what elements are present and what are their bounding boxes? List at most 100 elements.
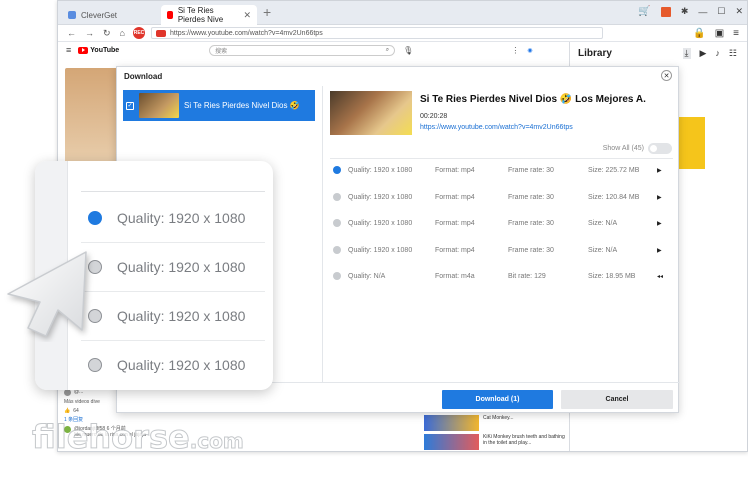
video-url-link[interactable]: https://www.youtube.com/watch?v=4mv2Un66… <box>420 124 573 131</box>
watermark-text: filehorse <box>32 418 191 457</box>
rate-label: Frame rate: 30 <box>508 219 554 227</box>
audio-icon[interactable]: ♪ <box>715 48 720 59</box>
more-options-icon[interactable]: ⋮ <box>511 46 519 55</box>
radio-icon[interactable] <box>333 272 341 280</box>
video-details: Si Te Ries Pierdes Nivel Dios 🤣 Los Mejo… <box>323 86 680 382</box>
radio-icon[interactable] <box>333 219 341 227</box>
divider <box>330 158 673 159</box>
rate-label: Bit rate: 129 <box>508 272 546 280</box>
video-icon: ▶ <box>657 247 662 254</box>
lock-icon[interactable]: 🔒 <box>693 28 705 39</box>
download-button[interactable]: Download (1) <box>442 390 553 409</box>
checkbox-icon[interactable]: ✓ <box>126 101 134 110</box>
quality-option-row[interactable]: Quality: 1920 x 1080 Format: mp4 Frame r… <box>330 243 673 257</box>
gift-icon[interactable] <box>660 6 671 17</box>
address-bar: ← → ↻ ⌂ REC https://www.youtube.com/watc… <box>58 25 747 42</box>
zoom-quality-row[interactable]: Quality: 1920 x 1080 <box>88 306 245 326</box>
new-tab-icon[interactable]: + <box>263 4 271 20</box>
close-window-icon[interactable]: ✕ <box>735 6 743 17</box>
cart-icon[interactable]: 🛒 <box>638 6 650 17</box>
size-label: Size: N/A <box>588 246 618 254</box>
filehorse-watermark: filehorse.com <box>32 418 245 457</box>
maximize-icon[interactable]: ☐ <box>717 6 725 17</box>
avatar <box>64 389 71 396</box>
divider <box>81 191 265 192</box>
quality-label: Quality: 1920 x 1080 <box>348 219 413 227</box>
format-label: Format: mp4 <box>435 219 475 227</box>
radio-icon[interactable] <box>88 358 102 372</box>
forward-icon[interactable]: → <box>85 28 94 38</box>
quality-option-row[interactable]: Quality: 1920 x 1080 Format: mp4 Frame r… <box>330 190 673 204</box>
settings-icon[interactable]: ✱ <box>681 6 689 17</box>
toolbar-right: 🔒 ▣ ≡ <box>693 25 739 42</box>
quality-option-row[interactable]: Quality: N/A Format: m4a Bit rate: 129 S… <box>330 269 673 283</box>
search-icon[interactable]: ⌕ <box>386 47 389 54</box>
like-icon[interactable]: 👍 <box>64 408 70 414</box>
window-controls: 🛒 ✱ — ☐ ✕ <box>638 6 743 17</box>
zoom-quality-label: Quality: 1920 x 1080 <box>117 259 246 275</box>
zoom-quality-row[interactable]: Quality: 1920 x 1080 <box>88 257 245 277</box>
quality-label: Quality: 1920 x 1080 <box>348 193 413 201</box>
youtube-header: ≡ YouTube 搜索 ⌕ 🎙 ⋮ ◉ <box>58 42 568 58</box>
list-icon[interactable]: ☷ <box>729 48 737 59</box>
quality-option-row[interactable]: Quality: 1920 x 1080 Format: mp4 Frame r… <box>330 216 673 230</box>
like-count: 64 <box>73 408 79 414</box>
back-icon[interactable]: ← <box>67 28 76 38</box>
radio-selected-icon[interactable] <box>333 166 341 174</box>
hamburger-icon[interactable]: ≡ <box>66 45 71 55</box>
minimize-icon[interactable]: — <box>698 7 707 17</box>
related-video[interactable]: Cat Monkey... <box>424 415 569 431</box>
close-tab-icon[interactable]: ✕ <box>243 10 251 21</box>
record-icon[interactable]: REC <box>132 27 145 39</box>
show-all-toggle[interactable] <box>648 143 672 154</box>
show-all-label: Show All (45) <box>602 145 644 152</box>
quality-label: Quality: N/A <box>348 272 386 280</box>
quality-option-row[interactable]: Quality: 1920 x 1080 Format: mp4 Frame r… <box>330 163 673 177</box>
radio-icon[interactable] <box>333 193 341 201</box>
rate-label: Frame rate: 30 <box>508 166 554 174</box>
size-label: Size: 225.72 MB <box>588 166 640 174</box>
video-duration: 00:20:28 <box>420 113 448 120</box>
cleverget-favicon-icon <box>68 11 76 19</box>
quality-label: Quality: 1920 x 1080 <box>348 166 413 174</box>
video-icon: ▶ <box>657 220 662 227</box>
tab-bar: CleverGet Si Te Ries Pierdes Nive ✕ + 🛒 … <box>58 1 747 25</box>
tab-cleverget[interactable]: CleverGet <box>62 5 160 25</box>
youtube-search-input[interactable]: 搜索 ⌕ <box>209 44 396 56</box>
home-icon[interactable]: ⌂ <box>120 28 125 38</box>
youtube-site-icon <box>155 29 166 37</box>
menu-icon[interactable]: ≡ <box>733 28 739 39</box>
related-title: Cat Monkey... <box>483 415 514 421</box>
related-thumbnail <box>424 415 479 431</box>
bag-icon[interactable]: ▣ <box>715 28 724 39</box>
microphone-icon[interactable]: 🎙 <box>403 46 413 55</box>
youtube-logo-text: YouTube <box>90 46 120 54</box>
related-video[interactable]: KiKi Monkey brush teeth and bathing in t… <box>424 434 569 450</box>
youtube-favicon-icon <box>167 11 173 19</box>
sign-in-icon[interactable]: ◉ <box>527 47 532 54</box>
video-icon[interactable]: ▶ <box>700 48 707 59</box>
close-dialog-icon[interactable]: ✕ <box>661 70 672 81</box>
youtube-logo[interactable]: YouTube <box>78 46 120 54</box>
zoom-quality-row[interactable]: Quality: 1920 x 1080 <box>88 208 245 228</box>
radio-icon[interactable] <box>333 246 341 254</box>
zoom-quality-label: Quality: 1920 x 1080 <box>117 308 246 324</box>
search-placeholder: 搜索 <box>215 48 228 55</box>
video-list-item[interactable]: ✓ Si Te Ries Pierdes Nivel Dios 🤣 <box>123 90 315 121</box>
rate-label: Frame rate: 30 <box>508 246 554 254</box>
download-icon[interactable]: ⤓ <box>682 48 691 59</box>
tab-youtube-video[interactable]: Si Te Ries Pierdes Nive ✕ <box>161 5 257 25</box>
zoom-quality-label: Quality: 1920 x 1080 <box>117 210 246 226</box>
show-all-toggle-row: Show All (45) <box>603 143 672 154</box>
related-thumbnail <box>424 434 479 450</box>
divider <box>81 242 265 243</box>
format-label: Format: mp4 <box>435 166 475 174</box>
zoom-quality-row[interactable]: Quality: 1920 x 1080 <box>88 355 245 375</box>
radio-selected-icon[interactable] <box>88 211 102 225</box>
url-field[interactable]: https://www.youtube.com/watch?v=4mv2Un66… <box>150 27 603 39</box>
reload-icon[interactable]: ↻ <box>103 28 111 39</box>
video-player-background <box>65 68 120 168</box>
tab-label: Si Te Ries Pierdes Nive <box>177 6 224 24</box>
video-icon: ▶ <box>657 167 662 174</box>
cancel-button[interactable]: Cancel <box>561 390 673 409</box>
